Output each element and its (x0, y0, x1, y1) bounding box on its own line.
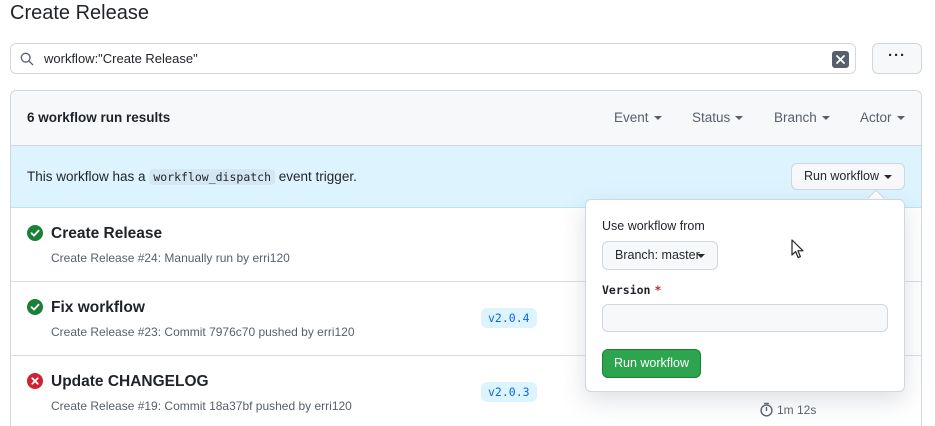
branch-filter[interactable]: Branch (774, 110, 830, 125)
version-input[interactable] (602, 304, 888, 332)
branch-select-button[interactable]: Branch: master (602, 241, 718, 270)
caret-down-icon (653, 116, 662, 120)
caret-down-icon (896, 116, 905, 120)
dispatch-code: workflow_dispatch (149, 169, 276, 185)
search-bar[interactable]: workflow:"Create Release" (10, 43, 856, 74)
caret-down-icon (821, 116, 830, 120)
x-icon (836, 55, 845, 64)
version-label-text: Version (602, 283, 651, 297)
check-circle-icon (27, 225, 43, 241)
branch-select-label: Branch: master (615, 248, 700, 262)
branch-tag[interactable]: v2.0.3 (481, 382, 537, 402)
branch-tag[interactable]: v2.0.4 (481, 308, 537, 328)
run-workflow-submit-button[interactable]: Run workflow (602, 349, 701, 378)
run-workflow-popover: Use workflow from Branch: master Version… (585, 199, 905, 392)
stopwatch-icon (760, 402, 773, 417)
mouse-cursor-icon (791, 239, 804, 259)
run-duration: 1m 12s (759, 402, 816, 417)
event-filter-label: Event (614, 110, 649, 125)
clear-search-button[interactable] (832, 51, 849, 68)
use-workflow-from-label: Use workflow from (602, 219, 705, 233)
check-circle-icon (27, 299, 43, 315)
status-filter[interactable]: Status (692, 110, 744, 125)
caret-down-icon (735, 116, 744, 120)
run-title[interactable]: Update CHANGELOG (51, 373, 209, 391)
dispatch-text-before: This workflow has a (27, 169, 146, 184)
run-title[interactable]: Fix workflow (51, 299, 145, 317)
actor-filter[interactable]: Actor (860, 110, 905, 125)
version-label: Version * (602, 283, 661, 297)
search-input[interactable]: workflow:"Create Release" (44, 51, 198, 66)
required-mark: * (654, 283, 662, 297)
run-subtitle: Create Release #23: Commit 7976c70 pushe… (51, 325, 355, 339)
event-filter[interactable]: Event (614, 110, 662, 125)
actor-filter-label: Actor (860, 110, 892, 125)
dispatch-message: This workflow has a workflow_dispatch ev… (27, 169, 357, 185)
caret-down-icon (884, 175, 892, 179)
page-title: Create Release (10, 2, 149, 24)
search-icon (20, 52, 34, 66)
run-workflow-dropdown-button[interactable]: Run workflow (791, 163, 905, 190)
run-subtitle: Create Release #24: Manually run by erri… (51, 251, 290, 265)
run-subtitle: Create Release #19: Commit 18a37bf pushe… (51, 399, 352, 413)
run-workflow-label: Run workflow (804, 169, 880, 183)
branch-filter-label: Branch (774, 110, 817, 125)
dispatch-text-after: event trigger. (278, 169, 357, 184)
kebab-horizontal-icon: ··· (888, 47, 906, 64)
results-count: 6 workflow run results (27, 110, 171, 125)
results-header: 6 workflow run results Event Status Bran… (11, 91, 921, 146)
run-title[interactable]: Create Release (51, 225, 162, 243)
x-circle-icon (27, 373, 43, 389)
status-filter-label: Status (692, 110, 731, 125)
caret-down-icon (697, 254, 705, 258)
run-duration-value: 1m 12s (777, 403, 817, 417)
more-options-button[interactable]: ··· (872, 43, 922, 74)
